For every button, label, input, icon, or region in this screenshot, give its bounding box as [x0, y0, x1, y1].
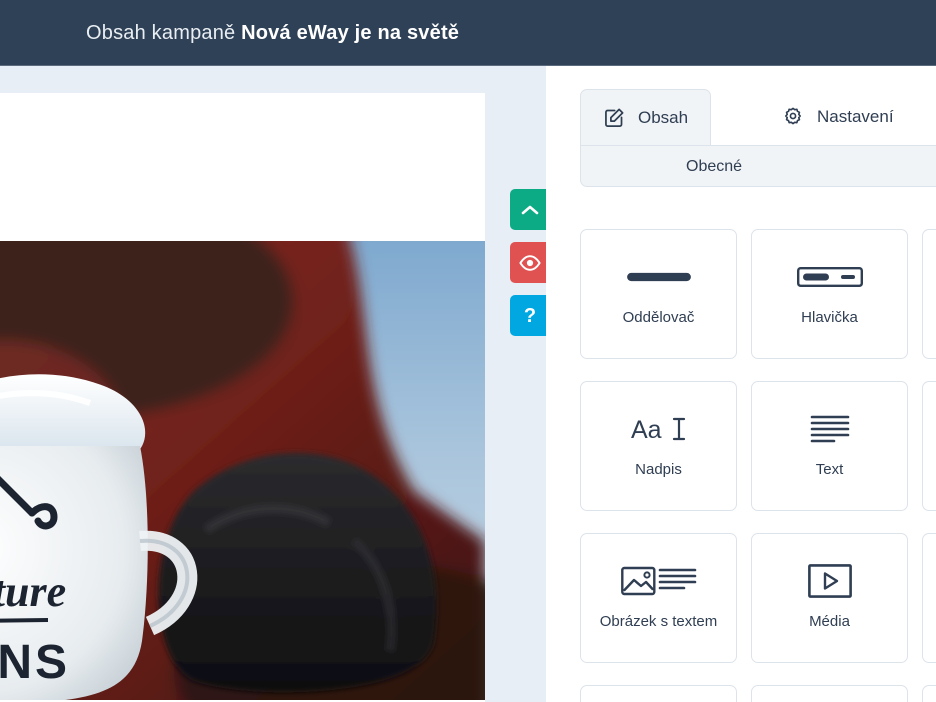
- header-bar-icon: [796, 260, 863, 294]
- campaign-name: Nová eWay je na světě: [241, 22, 460, 44]
- image-with-text-icon: [620, 564, 697, 598]
- photo-text-begins: BEGINS: [0, 636, 70, 689]
- photo-text-adventure: Adventure: [0, 567, 66, 616]
- photo-text-the: THE: [0, 539, 1, 562]
- panel-tabbar: Obsah Nastavení: [546, 66, 936, 145]
- canvas-action-toolbar: ?: [510, 189, 550, 336]
- campaign-editor-window: Obsah kampaně Nová eWay je na světě ure …: [0, 0, 936, 702]
- block-card-oddelovac[interactable]: Oddělovač: [580, 229, 737, 359]
- question-mark-icon: ?: [523, 304, 537, 327]
- panel-subtabbar: Obecné: [580, 145, 936, 187]
- preview-button[interactable]: [510, 242, 550, 283]
- tab-nastaveni[interactable]: Nastavení: [760, 89, 916, 145]
- block-card-partial-3[interactable]: [922, 533, 936, 663]
- block-card-partial-5[interactable]: [751, 685, 908, 702]
- block-card-hlavicka[interactable]: Hlavička: [751, 229, 908, 359]
- gear-icon: [782, 106, 804, 128]
- tab-obsah[interactable]: Obsah: [580, 89, 712, 145]
- block-card-obrazek-s-textem[interactable]: Obrázek s textem: [580, 533, 737, 663]
- eye-icon: [519, 254, 541, 271]
- chevron-up-icon: [521, 204, 539, 216]
- page-title-prefix: Obsah kampaně: [86, 22, 236, 44]
- collapse-up-button[interactable]: [510, 189, 550, 230]
- block-label: Obrázek s textem: [599, 612, 718, 630]
- block-card-partial-2[interactable]: [922, 381, 936, 511]
- tab-nastaveni-label: Nastavení: [817, 107, 894, 126]
- block-label: Text: [815, 460, 844, 478]
- block-card-media[interactable]: Média: [751, 533, 908, 663]
- text-lines-icon: [810, 412, 850, 446]
- block-card-partial-6[interactable]: [922, 685, 936, 702]
- app-header: Obsah kampaně Nová eWay je na světě: [0, 0, 936, 66]
- block-label: Média: [809, 612, 850, 630]
- block-card-text[interactable]: Text: [751, 381, 908, 511]
- divider-icon: [626, 260, 691, 294]
- block-card-partial-4[interactable]: [580, 685, 737, 702]
- subtab-obecne[interactable]: Obecné: [686, 146, 742, 188]
- email-canvas[interactable]: THE Adventure BEGINS: [0, 93, 485, 702]
- block-label: Oddělovač: [622, 308, 695, 326]
- svg-text:Aa: Aa: [631, 416, 662, 444]
- email-photo-block[interactable]: THE Adventure BEGINS: [0, 241, 485, 700]
- block-card-nadpis[interactable]: Aa Nadpis: [580, 381, 737, 511]
- heading-aa-icon: Aa: [630, 412, 688, 446]
- block-label: Nadpis: [635, 460, 682, 478]
- page-title: Obsah kampaně Nová eWay je na světě: [86, 0, 459, 66]
- block-palette-grid: Oddělovač Hlavička Aa Nadpis Text Obráze…: [580, 229, 936, 702]
- help-button[interactable]: ?: [510, 295, 550, 336]
- tab-obsah-label: Obsah: [638, 107, 689, 127]
- edit-square-icon: [603, 107, 625, 129]
- media-play-icon: [807, 563, 852, 598]
- email-canvas-region: THE Adventure BEGINS: [0, 66, 546, 702]
- block-label: Hlavička: [801, 308, 858, 326]
- block-card-partial-1[interactable]: [922, 229, 936, 359]
